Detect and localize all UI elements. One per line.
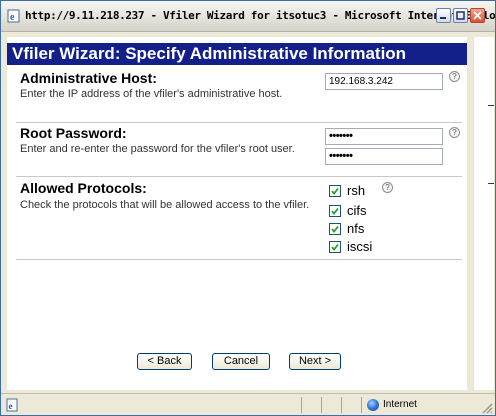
back-button[interactable]: < Back [137,353,192,370]
cancel-button[interactable]: Cancel [212,353,270,370]
iscsi-label: iscsi [347,239,373,254]
rsh-checkbox[interactable] [329,185,341,197]
minimize-icon [440,17,446,19]
root-password-confirm-input[interactable]: ••••••• [325,148,443,165]
root-password-help-icon[interactable]: ? [449,127,460,138]
admin-host-title: Administrative Host: [20,70,157,86]
checkmark-icon [331,207,339,215]
checkmark-icon [331,225,339,233]
checkmark-icon [331,243,339,251]
title-bar[interactable]: e http://9.11.218.237 - Vfiler Wizard fo… [1,1,495,32]
status-pane-divider [341,397,342,413]
wizard-header-title: Vfiler Wizard: Specify Administrative In… [12,44,407,63]
status-pane-divider [321,397,322,413]
root-password-title: Root Password: [20,125,127,141]
scroll-tick [488,183,494,184]
admin-host-help-icon[interactable]: ? [449,71,460,82]
wizard-header: Vfiler Wizard: Specify Administrative In… [7,43,467,65]
section-divider [16,122,462,123]
browser-window: e http://9.11.218.237 - Vfiler Wizard fo… [0,0,496,416]
admin-host-description: Enter the IP address of the vfiler's adm… [20,88,283,100]
maximize-icon [456,11,465,20]
protocols-title: Allowed Protocols: [20,180,147,196]
status-pane-divider [361,397,362,413]
resize-grip-icon[interactable] [479,400,493,414]
rsh-label: rsh [347,183,366,198]
right-scroll-region[interactable] [473,37,494,390]
cifs-label: cifs [347,203,367,218]
minimize-button[interactable] [436,8,451,23]
status-bar: e Internet [1,393,495,415]
protocols-help-icon[interactable]: ? [382,182,393,193]
nfs-checkbox[interactable] [329,223,341,235]
window-title: http://9.11.218.237 - Vfiler Wizard for … [25,9,496,22]
close-icon [473,11,482,20]
ie-page-icon: e [7,9,20,23]
maximize-button[interactable] [453,8,468,23]
wizard-content: Vfiler Wizard: Specify Administrative In… [7,37,467,390]
nfs-label: nfs [347,221,365,236]
admin-host-input[interactable]: 192.168.3.242 [325,73,443,90]
section-divider [16,176,462,177]
section-divider [16,259,462,260]
page-icon: e [6,398,18,412]
checkmark-icon [331,187,339,195]
iscsi-checkbox[interactable] [329,241,341,253]
security-zone-label: Internet [383,399,417,410]
next-button[interactable]: Next > [289,353,341,370]
scroll-tick [488,105,494,106]
root-password-description: Enter and re-enter the password for the … [20,143,295,155]
cifs-checkbox[interactable] [329,205,341,217]
status-pane-divider [301,397,302,413]
globe-icon [367,399,379,411]
svg-text:e: e [9,401,13,411]
protocols-description: Check the protocols that will be allowed… [20,199,310,211]
root-password-input[interactable]: ••••••• [325,128,443,145]
close-button[interactable] [470,8,485,23]
svg-text:e: e [10,12,15,23]
